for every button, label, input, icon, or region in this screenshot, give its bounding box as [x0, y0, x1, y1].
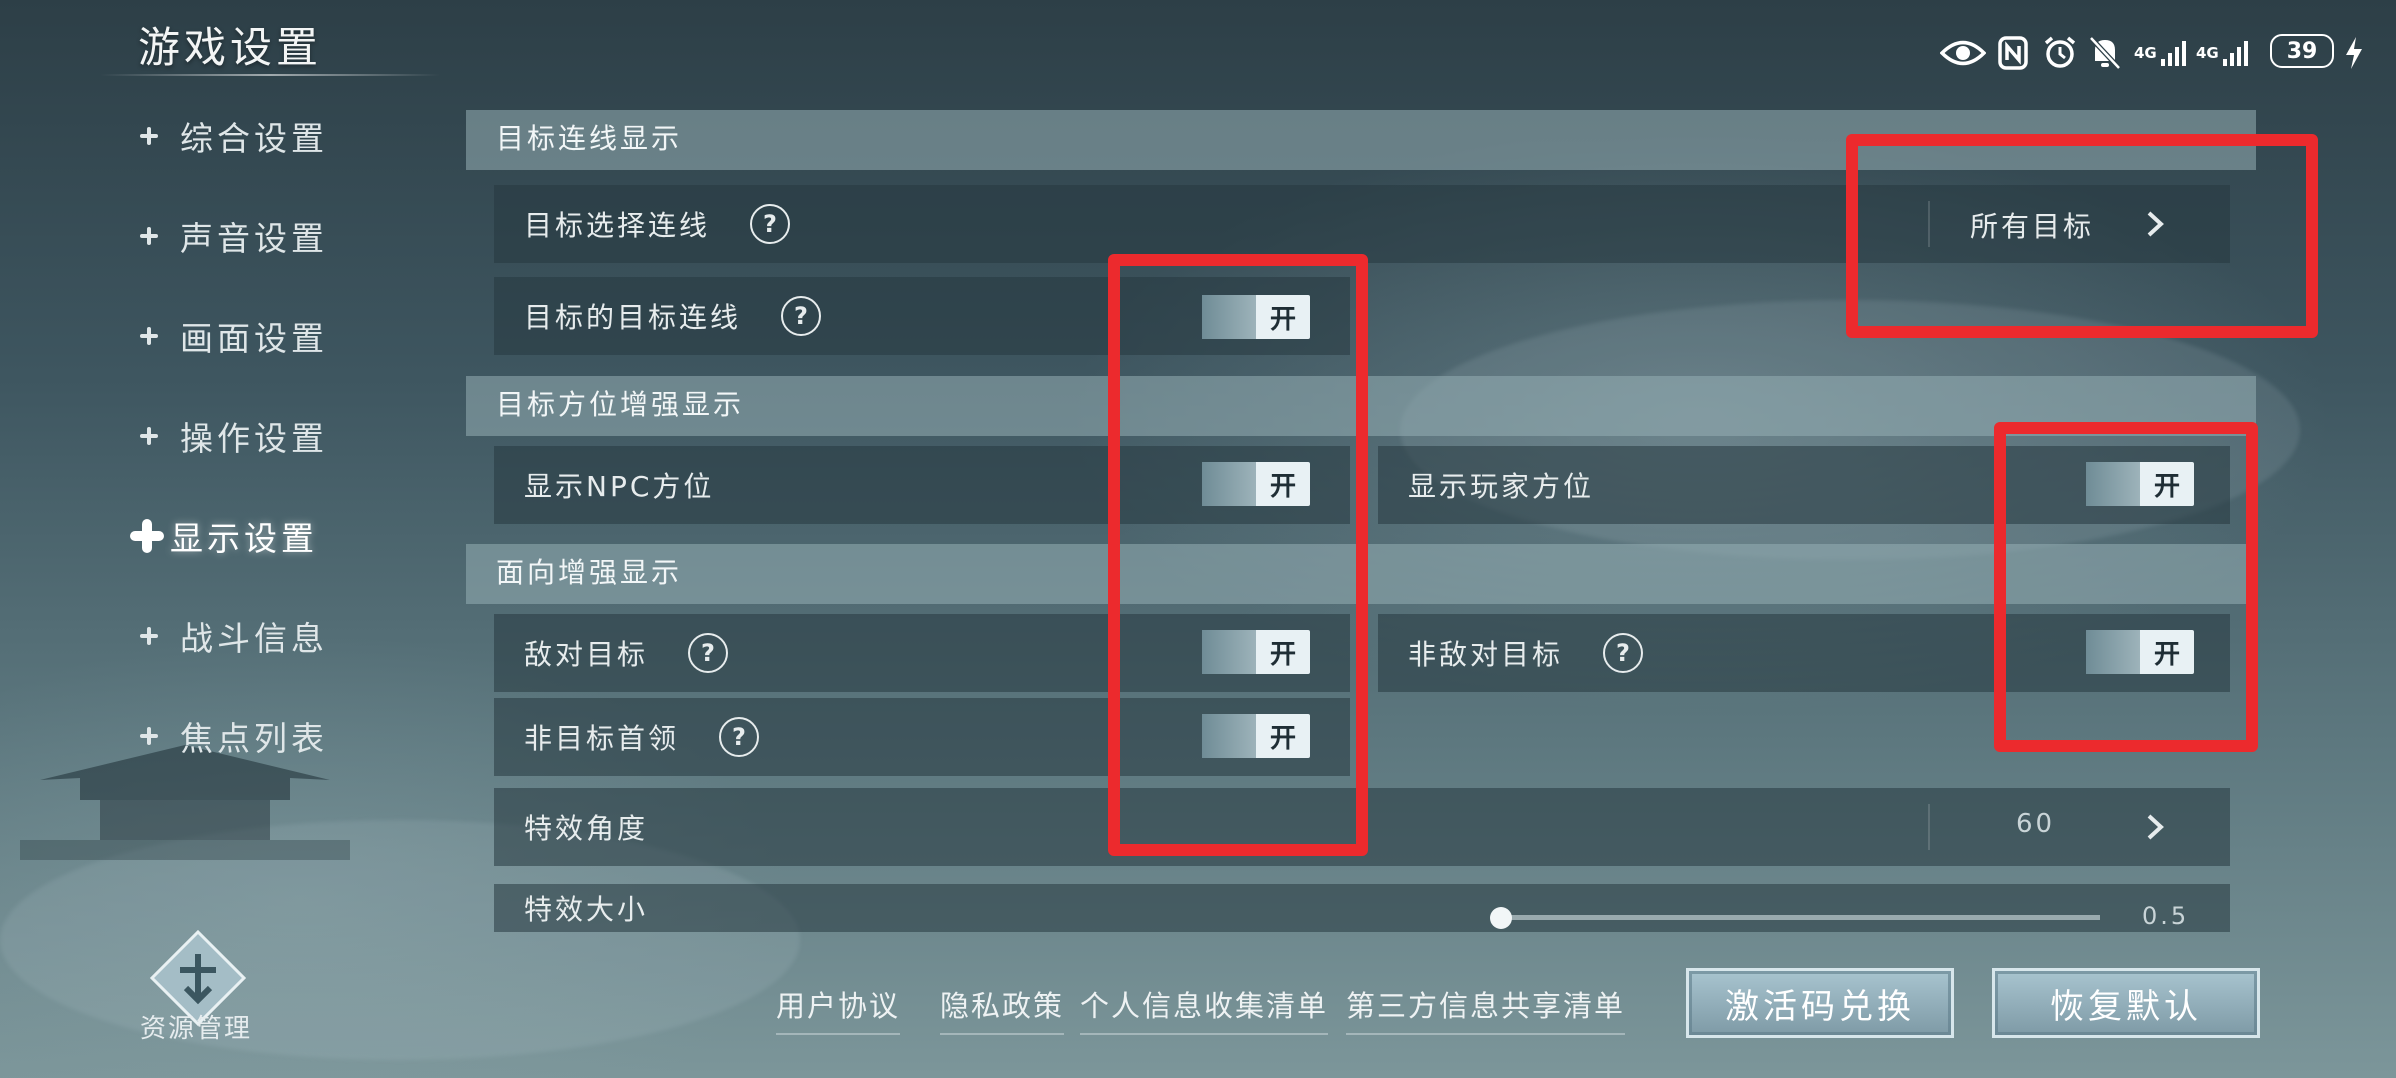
divider [1928, 804, 1930, 850]
bullet-icon [140, 727, 158, 745]
bullet-icon [140, 627, 158, 645]
toggle-knob [1202, 295, 1256, 339]
sidebar-item-label: 焦点列表 [180, 719, 328, 758]
toggle-hostile-target[interactable]: 开 [1202, 630, 1310, 674]
alarm-icon [2042, 30, 2078, 76]
activation-code-button[interactable]: 激活码兑换 [1686, 968, 1954, 1038]
setting-row-effect-angle[interactable]: 特效角度 [494, 788, 2230, 866]
signal-4g-icon: 4G [2134, 30, 2188, 76]
mute-bell-icon [2088, 30, 2122, 76]
chevron-right-icon[interactable] [2142, 812, 2168, 842]
toggle-state: 开 [2153, 471, 2180, 502]
signal-4g-icon-2: 4G [2196, 30, 2250, 76]
section-header-facing: 面向增强显示 [466, 544, 2256, 604]
bullet-icon [140, 427, 158, 445]
bullet-icon [140, 127, 158, 145]
bullet-icon [140, 327, 158, 345]
toggle-target-of-target[interactable]: 开 [1202, 295, 1310, 339]
setting-label: 目标选择连线 [524, 209, 711, 242]
effect-size-slider-track[interactable] [1500, 915, 2100, 920]
setting-row-effect-size: 特效大小 [494, 884, 2230, 932]
sidebar-item-label: 战斗信息 [180, 619, 328, 658]
bullet-icon [140, 227, 158, 245]
page-title: 游戏设置 [138, 23, 323, 72]
sidebar-item-display[interactable]: 显示设置 [140, 512, 318, 560]
toggle-player-direction[interactable]: 开 [2086, 462, 2194, 506]
sidebar-item-label: 操作设置 [180, 419, 328, 458]
sidebar-item-label: 综合设置 [180, 119, 328, 158]
toggle-knob [1202, 462, 1256, 506]
setting-label: 非目标首领 [524, 722, 680, 755]
sidebar-item-controls[interactable]: 操作设置 [140, 412, 328, 460]
target-select-value[interactable]: 所有目标 [1970, 205, 2094, 245]
help-icon[interactable]: ? [750, 204, 791, 244]
toggle-knob [1202, 714, 1256, 758]
divider [1928, 201, 1930, 247]
section-header-target-line: 目标连线显示 [466, 110, 2256, 170]
chevron-right-icon[interactable] [2142, 209, 2168, 239]
sidebar-item-sound[interactable]: 声音设置 [140, 212, 328, 260]
link-user-agreement[interactable]: 用户协议 [776, 983, 901, 1035]
sidebar-item-label: 画面设置 [180, 319, 328, 358]
sidebar-item-graphics[interactable]: 画面设置 [140, 312, 328, 360]
help-icon[interactable]: ? [781, 296, 822, 336]
toggle-npc-direction[interactable]: 开 [1202, 462, 1310, 506]
help-icon[interactable]: ? [688, 633, 729, 673]
help-icon[interactable]: ? [719, 717, 760, 757]
title-underline [100, 74, 440, 76]
eye-icon [1940, 30, 1986, 76]
sidebar-item-label: 声音设置 [180, 219, 328, 258]
toggle-state: 开 [2153, 639, 2180, 670]
effect-size-value: 0.5 [2142, 902, 2190, 930]
help-icon[interactable]: ? [1603, 633, 1644, 673]
sidebar-item-combat-info[interactable]: 战斗信息 [140, 612, 328, 660]
toggle-non-target-leader[interactable]: 开 [1202, 714, 1310, 758]
sidebar-item-label: 显示设置 [170, 519, 318, 558]
setting-label: 特效大小 [524, 893, 649, 926]
toggle-state: 开 [1269, 304, 1296, 335]
network-label-2: 4G [2196, 44, 2219, 62]
setting-label: 显示NPC方位 [524, 470, 715, 503]
bullet-icon [130, 519, 164, 553]
toggle-state: 开 [1269, 723, 1296, 754]
battery-indicator: 39 [2270, 34, 2334, 68]
link-privacy-policy[interactable]: 隐私政策 [940, 983, 1065, 1035]
toggle-knob [2086, 462, 2140, 506]
effect-size-slider-knob[interactable] [1490, 907, 1512, 929]
setting-label: 敌对目标 [524, 638, 649, 671]
toggle-knob [2086, 630, 2140, 674]
setting-label: 特效角度 [524, 812, 649, 845]
setting-label: 非敌对目标 [1408, 638, 1564, 671]
toggle-state: 开 [1269, 639, 1296, 670]
charging-icon [2344, 30, 2364, 76]
setting-label: 目标的目标连线 [524, 301, 742, 334]
toggle-knob [1202, 630, 1256, 674]
link-personal-info-list[interactable]: 个人信息收集清单 [1080, 983, 1329, 1035]
restore-default-button[interactable]: 恢复默认 [1992, 968, 2260, 1038]
nfc-icon [1998, 30, 2028, 76]
toggle-state: 开 [1269, 471, 1296, 502]
section-header-direction: 目标方位增强显示 [466, 376, 2256, 436]
network-label: 4G [2134, 44, 2157, 62]
sidebar-item-focus-list[interactable]: 焦点列表 [140, 712, 328, 760]
link-third-party-sharing[interactable]: 第三方信息共享清单 [1346, 983, 1626, 1035]
resource-management-label[interactable]: 资源管理 [140, 1008, 252, 1045]
setting-label: 显示玩家方位 [1408, 470, 1595, 503]
toggle-non-hostile-target[interactable]: 开 [2086, 630, 2194, 674]
effect-angle-value[interactable]: 60 [2016, 809, 2055, 839]
sidebar-item-general[interactable]: 综合设置 [140, 112, 328, 160]
